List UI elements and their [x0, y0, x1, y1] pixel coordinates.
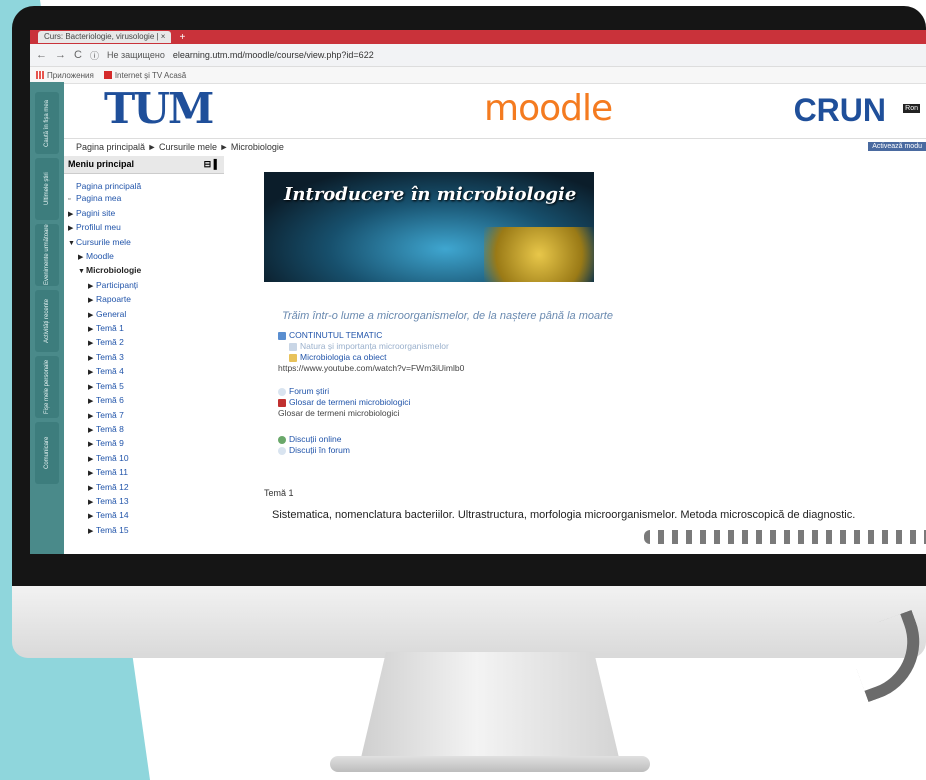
- main-area: TUM moodle CRUN Ron Pagina principală ► …: [64, 82, 926, 554]
- sidebar-item[interactable]: ▶ Temă 10: [64, 452, 224, 466]
- sidebar-item[interactable]: ▶ Temă 11: [64, 466, 224, 480]
- address-bar: ← → C ⓘ Не защищено elearning.utm.md/moo…: [30, 44, 926, 67]
- monitor-chin: [12, 586, 926, 658]
- tematic-heading[interactable]: CONTINUTUL TEMATIC: [278, 330, 464, 341]
- info-icon[interactable]: ⓘ: [90, 49, 99, 62]
- sidebar-item[interactable]: Pagina principală: [64, 180, 224, 192]
- sidebar-item[interactable]: ▶ Temă 4: [64, 365, 224, 379]
- sidebar-item[interactable]: ▶ Moodle: [64, 250, 224, 264]
- main-menu-list: Pagina principală ▫ Pagina mea ▶ Pagini si…: [64, 174, 224, 538]
- forum-icon: [278, 387, 286, 396]
- sidebar-item[interactable]: ▶ Temă 14: [64, 509, 224, 523]
- activate-edit-button[interactable]: Activează modu: [868, 142, 926, 151]
- monitor-stand-foot: [330, 756, 650, 772]
- sidebar-item[interactable]: ▶ Temă 15: [64, 524, 224, 538]
- bookmark-apps[interactable]: Приложения: [36, 71, 94, 80]
- forum-section: Forum știri Glosar de termeni microbiolo…: [278, 386, 410, 419]
- main-menu-title: Meniu principal: [68, 159, 135, 169]
- course-motto: Trăim într-o lume a microorganismelor, d…: [282, 310, 613, 322]
- chat-icon: [278, 435, 286, 444]
- browser-tab-bar: Curs: Bacteriologie, virusologie | × +: [30, 30, 926, 44]
- topic-title: Temă 1: [264, 488, 294, 498]
- sidebar-item[interactable]: ▶ Temă 3: [64, 351, 224, 365]
- crun-logo[interactable]: CRUN: [794, 92, 886, 129]
- site-header: TUM moodle CRUN Ron: [64, 82, 926, 139]
- sidebar-item[interactable]: ▶ Temă 8: [64, 423, 224, 437]
- file-icon: [289, 342, 297, 351]
- url-input[interactable]: elearning.utm.md/moodle/course/view.php?…: [173, 50, 374, 60]
- forum-discussion-link[interactable]: Discuții în forum: [278, 445, 350, 456]
- sidebar-item[interactable]: ▶ Temă 12: [64, 481, 224, 495]
- sidebar-item[interactable]: ▫ Pagina mea: [64, 192, 224, 206]
- breadcrumb[interactable]: Pagina principală ► Cursurile mele ► Mic…: [76, 142, 284, 152]
- new-tab-button[interactable]: +: [179, 32, 185, 43]
- moodle-logo[interactable]: moodle: [484, 88, 613, 129]
- glossary-description: Glosar de termeni microbiologici: [278, 408, 400, 418]
- dock-item[interactable]: Evenimente următoare: [35, 224, 59, 286]
- sidebar-item[interactable]: ▶ Temă 1: [64, 322, 224, 336]
- dock-item[interactable]: Activități recente: [35, 290, 59, 352]
- sidebar-item[interactable]: ▶ Temă 9: [64, 437, 224, 451]
- page-icon: [278, 331, 286, 340]
- forum-link[interactable]: Forum știri: [278, 386, 410, 397]
- dock-item[interactable]: Ultimele știri: [35, 158, 59, 220]
- apps-grid-icon: [36, 71, 44, 80]
- banner-title: Introducere în microbiologie: [284, 184, 577, 205]
- moodle-page: Caută în fișa mea Ultimele știri Evenime…: [30, 82, 926, 554]
- monitor-stand-neck: [360, 652, 620, 762]
- folder-icon: [289, 353, 297, 362]
- monitor: Curs: Bacteriologie, virusologie | × + ←…: [12, 6, 926, 658]
- language-selector[interactable]: Ron: [903, 104, 920, 113]
- sidebar-item-current-course[interactable]: ▼Microbiologie: [64, 264, 224, 278]
- sidebar-item[interactable]: ▶ Profilul meu: [64, 221, 224, 235]
- main-menu-header: Meniu principal ⊟ ▌: [64, 156, 224, 174]
- glossary-icon: [278, 398, 286, 407]
- side-dock: Caută în fișa mea Ultimele știri Evenime…: [30, 82, 64, 554]
- sidebar-item[interactable]: ▶ General: [64, 308, 224, 322]
- dock-item[interactable]: Caută în fișa mea: [35, 92, 59, 154]
- dock-item[interactable]: Comunicare: [35, 422, 59, 484]
- sidebar-item[interactable]: ▶ Participanți: [64, 279, 224, 293]
- tab-title: Curs: Bacteriologie, virusologie |: [44, 32, 161, 41]
- sidebar-item[interactable]: ▶ Pagini site: [64, 207, 224, 221]
- bookmark-internet-tv[interactable]: Internet și TV Acasă: [103, 71, 186, 80]
- back-arrow-icon[interactable]: ←: [36, 49, 47, 61]
- topic-description: Sistematica, nomenclatura bacteriilor. U…: [272, 509, 856, 521]
- banner-bacteria-highlight: [484, 227, 594, 282]
- screen: Curs: Bacteriologie, virusologie | × + ←…: [30, 30, 926, 554]
- dock-item[interactable]: Fișe mele personale: [35, 356, 59, 418]
- main-menu-block: Meniu principal ⊟ ▌ Pagina principală ▫ P…: [64, 156, 224, 538]
- sidebar-item[interactable]: ▶ Temă 2: [64, 336, 224, 350]
- sidebar-item[interactable]: ▶ Rapoarte: [64, 293, 224, 307]
- chat-link[interactable]: Discuții online: [278, 434, 350, 445]
- glossary-link[interactable]: Glosar de termeni microbiologici: [278, 397, 410, 408]
- tematic-section: CONTINUTUL TEMATIC Natura și importanța …: [278, 330, 464, 374]
- sidebar-item[interactable]: ▶ Temă 7: [64, 409, 224, 423]
- bookmark-icon: [103, 71, 112, 80]
- forward-arrow-icon[interactable]: →: [55, 49, 66, 61]
- handwritten-text-image: [644, 530, 926, 544]
- sidebar-item[interactable]: ▼Cursurile mele: [64, 236, 224, 250]
- course-banner-image: Introducere în microbiologie: [264, 172, 594, 282]
- tab-close-icon[interactable]: ×: [161, 32, 166, 41]
- youtube-url[interactable]: https://www.youtube.com/watch?v=FWm3iUim…: [278, 363, 464, 374]
- resource-link[interactable]: Microbiologia ca obiect: [278, 352, 464, 363]
- sidebar-item[interactable]: ▶ Temă 5: [64, 380, 224, 394]
- discussion-section: Discuții online Discuții în forum: [278, 434, 350, 456]
- forum-icon: [278, 446, 286, 455]
- sidebar-item[interactable]: ▶ Temă 6: [64, 394, 224, 408]
- resource-link[interactable]: Natura și importanța microorganismelor: [278, 341, 464, 352]
- security-label: Не защищено: [106, 50, 165, 60]
- reload-icon[interactable]: C: [74, 49, 82, 61]
- browser-tab[interactable]: Curs: Bacteriologie, virusologie | ×: [38, 31, 172, 43]
- block-controls-icon[interactable]: ⊟ ▌: [204, 159, 220, 170]
- utm-logo[interactable]: TUM: [104, 84, 214, 133]
- sidebar-item[interactable]: ▶ Temă 13: [64, 495, 224, 509]
